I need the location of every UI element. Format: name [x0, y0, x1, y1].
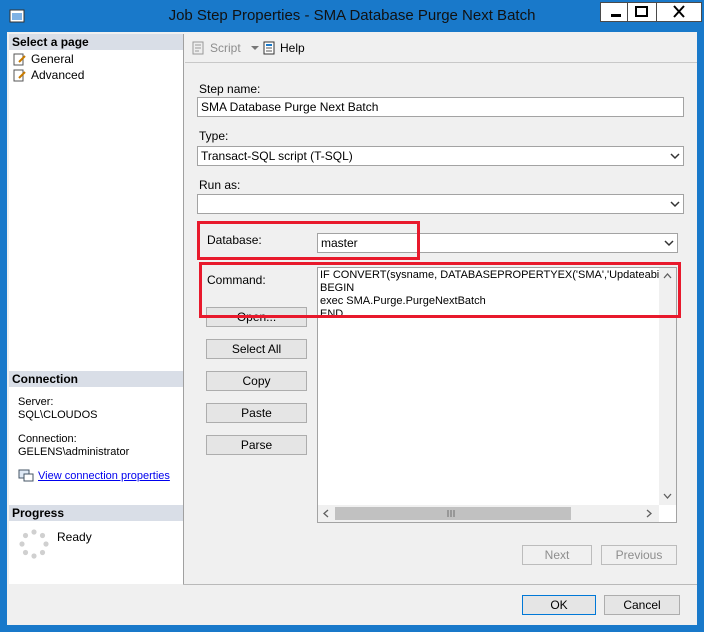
connection-properties-icon — [18, 469, 34, 482]
step-name-input[interactable]: SMA Database Purge Next Batch — [197, 97, 684, 117]
connection-value: GELENS\administrator — [18, 446, 130, 458]
chevron-down-icon — [664, 240, 674, 247]
parse-button[interactable]: Parse — [206, 435, 307, 455]
help-label: Help — [280, 41, 305, 55]
chevron-down-icon — [251, 46, 260, 50]
grip-icon — [447, 510, 455, 517]
run-as-select[interactable] — [197, 194, 684, 214]
maximize-icon — [635, 6, 648, 17]
script-label: Script — [210, 41, 241, 55]
type-select-value: Transact-SQL script (T-SQL) — [201, 149, 353, 163]
server-label: Server: — [18, 396, 54, 408]
page-advanced-label: Advanced — [31, 68, 85, 82]
page-wrench-icon — [13, 53, 26, 66]
chevron-down-icon — [670, 153, 680, 160]
type-select[interactable]: Transact-SQL script (T-SQL) — [197, 146, 684, 166]
scroll-thumb[interactable] — [335, 507, 571, 520]
close-icon — [673, 5, 685, 18]
view-connection-properties[interactable]: View connection properties — [18, 468, 170, 483]
help-icon — [263, 41, 275, 55]
scroll-down-icon[interactable] — [663, 493, 672, 499]
help-button[interactable]: Help — [263, 40, 305, 56]
script-icon — [192, 41, 204, 55]
connection-header: Connection — [9, 371, 183, 387]
scroll-left-icon[interactable] — [323, 509, 329, 518]
previous-button[interactable]: Previous — [601, 545, 677, 565]
paste-button[interactable]: Paste — [206, 403, 307, 423]
dialog-window: Job Step Properties - SMA Database Purge… — [0, 0, 704, 632]
title-bar[interactable]: Job Step Properties - SMA Database Purge… — [1, 1, 703, 31]
page-general[interactable]: General — [13, 52, 74, 67]
close-button[interactable] — [656, 2, 702, 22]
connection-label: Connection: — [18, 433, 77, 445]
command-highlight — [199, 262, 681, 318]
progress-status: Ready — [57, 530, 92, 544]
step-name-label: Step name: — [199, 82, 261, 96]
command-horizontal-scrollbar[interactable] — [318, 505, 659, 522]
page-selector-panel: Select a page General Advanced Connectio… — [9, 34, 184, 584]
window-title: Job Step Properties - SMA Database Purge… — [168, 7, 536, 24]
view-connection-link[interactable]: View connection properties — [38, 470, 170, 482]
toolbar-divider — [185, 62, 697, 63]
cancel-button[interactable]: Cancel — [604, 595, 680, 615]
select-page-header: Select a page — [9, 34, 183, 50]
footer-divider — [183, 584, 697, 585]
chevron-down-icon — [670, 201, 680, 208]
run-as-label: Run as: — [199, 178, 241, 192]
copy-button[interactable]: Copy — [206, 371, 307, 391]
database-highlight — [197, 221, 420, 260]
scroll-right-icon[interactable] — [646, 509, 652, 518]
progress-spinner-icon — [19, 529, 49, 559]
next-button[interactable]: Next — [522, 545, 592, 565]
script-button[interactable]: Script — [191, 40, 260, 56]
page-advanced[interactable]: Advanced — [13, 68, 84, 83]
type-label: Type: — [199, 129, 229, 143]
page-general-label: General — [31, 52, 74, 66]
select-all-button[interactable]: Select All — [206, 339, 307, 359]
progress-header: Progress — [9, 505, 183, 521]
page-wrench-icon — [13, 69, 26, 82]
ok-button[interactable]: OK — [522, 595, 596, 615]
dialog-client: Select a page General Advanced Connectio… — [7, 32, 697, 625]
server-value: SQL\CLOUDOS — [18, 409, 98, 421]
